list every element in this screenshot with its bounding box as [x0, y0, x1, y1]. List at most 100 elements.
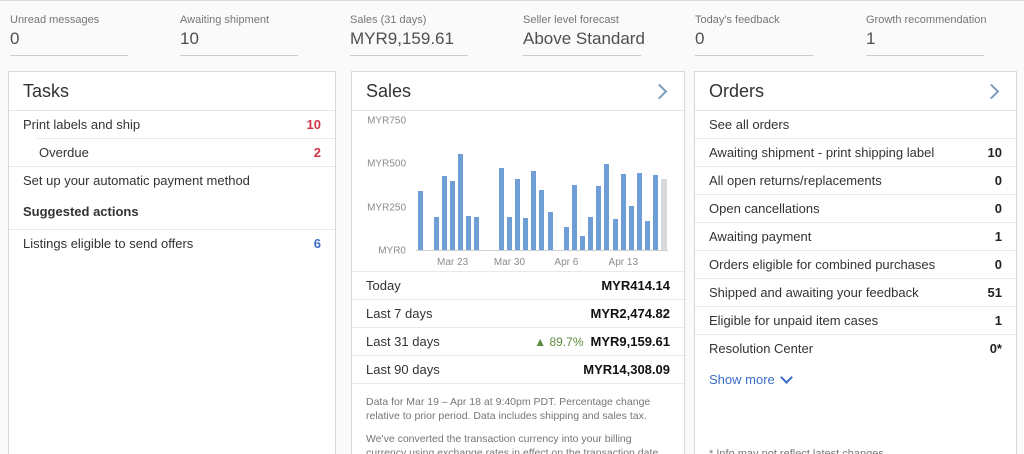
- sales-fine-print: Data for Mar 19 – Apr 18 at 9:40pm PDT. …: [352, 384, 684, 454]
- stat-value-link[interactable]: 0: [10, 29, 128, 56]
- bar-slot: [579, 121, 587, 250]
- x-axis-label: Apr 13: [609, 257, 638, 268]
- sales-bar: [474, 217, 479, 250]
- order-count: 0*: [990, 341, 1002, 356]
- sales-panel-header[interactable]: Sales: [352, 72, 684, 111]
- sales-bar: [661, 179, 667, 250]
- bar-slot: [457, 121, 465, 250]
- task-label: Overdue: [39, 145, 89, 160]
- order-row-returns[interactable]: All open returns/replacements 0: [695, 167, 1016, 194]
- sales-footnote-1: Data for Mar 19 – Apr 18 at 9:40pm PDT. …: [366, 396, 670, 424]
- sales-bar: [645, 221, 650, 250]
- stat-value-link[interactable]: 0: [695, 29, 813, 56]
- order-row-awaiting-payment[interactable]: Awaiting payment 1: [695, 223, 1016, 250]
- bar-slot: [595, 121, 603, 250]
- tasks-title: Tasks: [23, 81, 69, 102]
- order-count: 0: [995, 257, 1002, 272]
- bar-slot: [627, 121, 635, 250]
- sales-bar: [588, 217, 593, 250]
- sales-bar: [548, 212, 553, 250]
- orders-title: Orders: [709, 81, 764, 102]
- bar-slot: [546, 121, 554, 250]
- summary-delta-up-arrow: ▲ 89.7%: [534, 335, 583, 349]
- y-axis-label: MYR250: [367, 202, 406, 213]
- bar-slot: [562, 121, 570, 250]
- show-more-label: Show more: [709, 372, 775, 387]
- sales-bar: [442, 176, 447, 250]
- bar-slot: [570, 121, 578, 250]
- sales-bar: [458, 154, 463, 250]
- sales-bar: [450, 181, 455, 250]
- order-row-awaiting-shipment[interactable]: Awaiting shipment - print shipping label…: [695, 139, 1016, 166]
- stat-unread-messages: Unread messages 0: [10, 14, 128, 56]
- summary-value: MYR414.14: [601, 278, 670, 293]
- x-axis-label: Mar 23: [437, 257, 468, 268]
- order-label: See all orders: [709, 117, 789, 132]
- order-row-unpaid-item-cases[interactable]: Eligible for unpaid item cases 1: [695, 307, 1016, 334]
- task-count: 10: [307, 117, 321, 132]
- tasks-panel: Tasks Print labels and ship 10 Overdue 2…: [8, 71, 336, 454]
- bar-slot: [497, 121, 505, 250]
- task-row-overdue[interactable]: Overdue 2: [9, 139, 335, 166]
- orders-footnote: * Info may not reflect latest changes: [709, 448, 884, 454]
- bar-slot: [635, 121, 643, 250]
- sales-bar: [564, 227, 569, 250]
- stat-label: Seller level forecast: [523, 14, 641, 26]
- sales-summary-31-days: Last 31 days ▲ 89.7%MYR9,159.61: [352, 327, 684, 355]
- sales-bar: [418, 191, 423, 250]
- bar-slot: [424, 121, 432, 250]
- task-row-send-offers[interactable]: Listings eligible to send offers 6: [9, 230, 335, 257]
- summary-stats-bar: Unread messages 0 Awaiting shipment 10 S…: [0, 1, 1024, 65]
- sales-bar: [507, 217, 512, 250]
- chart-plot-area: [416, 121, 668, 251]
- stat-value-link[interactable]: 10: [180, 29, 298, 56]
- bar-slot: [514, 121, 522, 250]
- task-label: Listings eligible to send offers: [23, 236, 193, 251]
- bar-slot: [587, 121, 595, 250]
- order-row-cancellations[interactable]: Open cancellations 0: [695, 195, 1016, 222]
- task-row-payment-method[interactable]: Set up your automatic payment method: [9, 167, 335, 194]
- stat-awaiting-shipment: Awaiting shipment 10: [180, 14, 298, 56]
- sales-summary-90-days: Last 90 days MYR14,308.09: [352, 355, 684, 383]
- sales-bar: [466, 216, 471, 250]
- bar-slot: [416, 121, 424, 250]
- suggested-actions-heading: Suggested actions: [9, 194, 335, 229]
- show-more-link[interactable]: Show more: [695, 362, 1016, 397]
- summary-value: MYR14,308.09: [583, 362, 670, 377]
- stat-todays-feedback: Today's feedback 0: [695, 14, 813, 56]
- sales-panel: Sales MYR0MYR250MYR500MYR750 Mar 23Mar 3…: [351, 71, 685, 454]
- sales-bar-chart: MYR0MYR250MYR500MYR750 Mar 23Mar 30Apr 6…: [366, 121, 670, 271]
- order-row-see-all[interactable]: See all orders: [695, 111, 1016, 138]
- order-count: 0: [995, 201, 1002, 216]
- stat-value-link[interactable]: MYR9,159.61: [350, 29, 468, 56]
- bar-slot: [449, 121, 457, 250]
- x-axis-label: Apr 6: [554, 257, 578, 268]
- seller-dashboard: Unread messages 0 Awaiting shipment 10 S…: [0, 0, 1024, 454]
- stat-label: Awaiting shipment: [180, 14, 298, 26]
- order-count: 0: [995, 173, 1002, 188]
- bar-slot: [619, 121, 627, 250]
- stat-growth-recommendation: Growth recommendation 1: [866, 14, 986, 56]
- order-row-awaiting-feedback[interactable]: Shipped and awaiting your feedback 51: [695, 279, 1016, 306]
- order-row-resolution-center[interactable]: Resolution Center 0*: [695, 335, 1016, 362]
- stat-value-link[interactable]: 1: [866, 29, 984, 56]
- bar-slot: [432, 121, 440, 250]
- sales-bar: [434, 217, 439, 250]
- bar-slot: [473, 121, 481, 250]
- bar-slot: [481, 121, 489, 250]
- task-count: 2: [314, 145, 321, 160]
- chart-x-axis: Mar 23Mar 30Apr 6Apr 13: [416, 253, 668, 271]
- sales-summary-today: Today MYR414.14: [352, 271, 684, 299]
- sales-bar: [613, 219, 618, 250]
- order-row-combined-purchases[interactable]: Orders eligible for combined purchases 0: [695, 251, 1016, 278]
- chart-y-axis: MYR0MYR250MYR500MYR750: [366, 121, 412, 251]
- chevron-right-icon[interactable]: [984, 84, 1000, 100]
- chevron-right-icon[interactable]: [652, 84, 668, 100]
- order-label: Open cancellations: [709, 201, 820, 216]
- orders-panel-header[interactable]: Orders: [695, 72, 1016, 111]
- task-row-print-labels[interactable]: Print labels and ship 10: [9, 111, 335, 138]
- summary-label: Last 31 days: [366, 334, 440, 349]
- bar-slot: [538, 121, 546, 250]
- bar-slot: [652, 121, 660, 250]
- stat-value-link[interactable]: Above Standard: [523, 29, 641, 56]
